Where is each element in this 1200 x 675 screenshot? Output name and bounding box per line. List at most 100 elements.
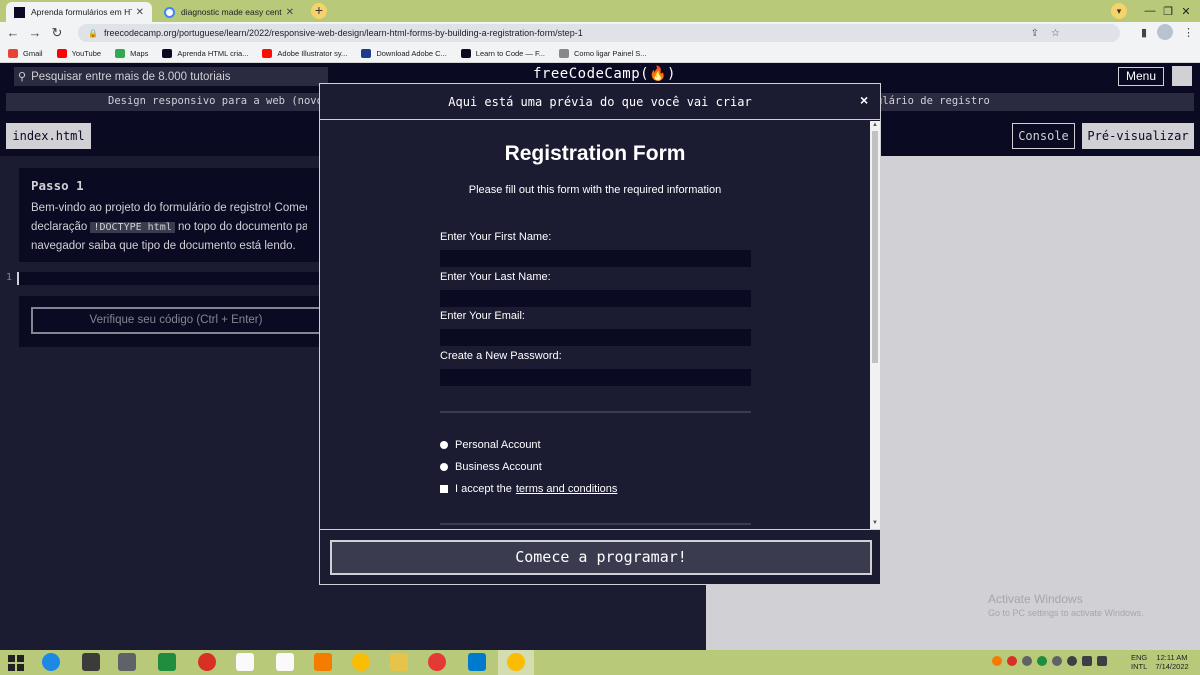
tab-index-html[interactable]: index.html	[6, 123, 91, 149]
preview-iframe: Registration Form Please fill out this f…	[320, 121, 870, 529]
tab-close-icon[interactable]: ✕	[286, 7, 294, 18]
browser-tab-inactive[interactable]: diagnostic made easy centurion ✕	[156, 2, 302, 22]
tab-close-icon[interactable]: ✕	[136, 7, 144, 18]
app-icon[interactable]	[428, 653, 446, 671]
start-coding-button[interactable]: Comece a programar!	[330, 540, 872, 575]
bookmark-youtube[interactable]: YouTube	[56, 48, 101, 58]
breadcrumb-course[interactable]: Design responsivo para a web (novo)	[108, 95, 329, 107]
address-bar[interactable]: 🔒 freecodecamp.org/portuguese/learn/2022…	[78, 24, 1120, 42]
profile-avatar[interactable]	[1157, 24, 1173, 40]
internet-explorer-icon[interactable]	[42, 653, 60, 671]
breadcrumb-project[interactable]: ulário de registro	[876, 95, 990, 107]
radio-button[interactable]	[440, 463, 448, 471]
chrome-icon[interactable]	[352, 653, 370, 671]
console-button[interactable]: Console	[1012, 123, 1075, 149]
tray-app-icon[interactable]	[1037, 656, 1047, 666]
modal-header: Aqui está uma prévia do que você vai cri…	[320, 84, 880, 120]
bookmark-aprenda-html[interactable]: Aprenda HTML cria...	[162, 48, 248, 58]
window-close-icon[interactable]: ✕	[1168, 0, 1200, 22]
first-name-field[interactable]	[440, 250, 751, 267]
chrome-icon[interactable]	[507, 653, 525, 671]
tab-title: diagnostic made easy centurion	[181, 7, 282, 17]
email-field[interactable]	[440, 329, 751, 346]
tray-app-icon[interactable]	[992, 656, 1002, 666]
excel-icon[interactable]	[158, 653, 176, 671]
search-placeholder: Pesquisar entre mais de 8.000 tutoriais	[31, 70, 231, 83]
share-icon[interactable]: ⇪	[1031, 28, 1039, 39]
vscode-icon[interactable]	[468, 653, 486, 671]
bookmark-learn-to-code[interactable]: Learn to Code — F...	[460, 48, 545, 58]
adobe-icon	[262, 48, 273, 58]
bookmark-adobe-illustrator[interactable]: Adobe Illustrator sy...	[262, 48, 347, 58]
radio-button[interactable]	[440, 441, 448, 449]
personal-account-option[interactable]: Personal Account	[440, 439, 541, 451]
app-icon[interactable]	[82, 653, 100, 671]
file-explorer-icon[interactable]	[390, 653, 408, 671]
scroll-down-icon[interactable]: ▼	[872, 520, 878, 526]
browser-tab-active[interactable]: Aprenda formulários em HTML c ✕	[6, 2, 152, 22]
check-code-button[interactable]: Verifique seu código (Ctrl + Enter)	[31, 307, 321, 334]
search-input[interactable]: ⚲ Pesquisar entre mais de 8.000 tutoriai…	[14, 67, 328, 86]
step-text-line-2: declaração !DOCTYPE html no topo do docu…	[31, 221, 307, 233]
preview-scrollbar[interactable]: ▲ ▼	[870, 121, 880, 529]
sidebar-icon[interactable]: ▮	[1141, 26, 1147, 39]
system-clock[interactable]: 12:11 AM 7/14/2022	[1152, 653, 1192, 671]
bookmark-como-ligar[interactable]: Como ligar Painel S...	[559, 48, 647, 58]
bookmark-maps[interactable]: Maps	[115, 48, 148, 58]
modal-divider	[320, 529, 880, 530]
opera-icon[interactable]	[198, 653, 216, 671]
document-icon[interactable]	[276, 653, 294, 671]
step-text-line-3: navegador saiba que tipo de documento es…	[31, 240, 296, 252]
battery-icon[interactable]	[1097, 656, 1107, 666]
line-number: 1	[6, 272, 13, 283]
kebab-menu-icon[interactable]: ⋮	[1183, 26, 1194, 39]
modal-title: Aqui está uma prévia do que você vai cri…	[448, 95, 752, 109]
step-text-line-1: Bem-vindo ao projeto do formulário de re…	[31, 202, 307, 214]
terms-link[interactable]: terms and conditions	[516, 483, 618, 495]
step-title: Passo 1	[31, 178, 84, 193]
back-icon[interactable]: ←	[4, 24, 22, 42]
bookmark-download-adobe[interactable]: Download Adobe C...	[361, 48, 447, 58]
last-name-label: Enter Your Last Name:	[440, 271, 551, 283]
fcc-favicon-icon	[460, 48, 471, 58]
last-name-field[interactable]	[440, 290, 751, 307]
vlc-icon[interactable]	[314, 653, 332, 671]
terms-option[interactable]: I accept the terms and conditions	[440, 483, 617, 495]
watermark-title: Activate Windows	[988, 592, 1083, 606]
tab-search-icon[interactable]: ▾	[1111, 3, 1127, 19]
app-icon[interactable]	[118, 653, 136, 671]
terms-checkbox[interactable]	[440, 485, 448, 493]
document-icon[interactable]	[236, 653, 254, 671]
windows-taskbar: ENG INTL 12:11 AM 7/14/2022	[0, 650, 1200, 675]
menu-button[interactable]: Menu	[1118, 67, 1164, 86]
tray-app-icon[interactable]	[1067, 656, 1077, 666]
language-indicator[interactable]: ENG INTL	[1131, 653, 1147, 671]
password-field[interactable]	[440, 369, 751, 386]
form-divider	[440, 411, 751, 413]
network-icon[interactable]	[1082, 656, 1092, 666]
preview-button[interactable]: Pré-visualizar	[1082, 123, 1194, 149]
code-editor-line[interactable]	[17, 272, 319, 285]
reload-icon[interactable]: ↻	[48, 24, 66, 42]
scroll-thumb[interactable]	[872, 131, 878, 363]
tray-app-icon[interactable]	[1007, 656, 1017, 666]
bookmark-gmail[interactable]: Gmail	[8, 48, 43, 58]
site-icon	[361, 48, 372, 58]
scroll-up-icon[interactable]: ▲	[872, 122, 878, 128]
preview-modal: Aqui está uma prévia do que você vai cri…	[319, 83, 881, 585]
browser-toolbar: ← → ↻ 🔒 freecodecamp.org/portuguese/lear…	[0, 22, 1200, 44]
tray-app-icon[interactable]	[1052, 656, 1062, 666]
forward-icon[interactable]: →	[26, 24, 44, 42]
fcc-logo[interactable]: freeCodeCamp(🔥)	[533, 66, 676, 82]
new-tab-button[interactable]: +	[311, 3, 327, 19]
instructions-card: Passo 1 Bem-vindo ao projeto do formulár…	[19, 168, 319, 262]
url-text: freecodecamp.org/portuguese/learn/2022/r…	[103, 28, 583, 38]
fcc-favicon-icon	[162, 48, 173, 58]
bookmark-star-icon[interactable]: ☆	[1051, 28, 1060, 39]
windows-start-icon[interactable]	[8, 655, 24, 671]
avatar[interactable]	[1172, 66, 1192, 86]
inline-code: !DOCTYPE html	[90, 222, 175, 233]
tray-app-icon[interactable]	[1022, 656, 1032, 666]
close-icon[interactable]: ×	[860, 92, 868, 108]
business-account-option[interactable]: Business Account	[440, 461, 542, 473]
